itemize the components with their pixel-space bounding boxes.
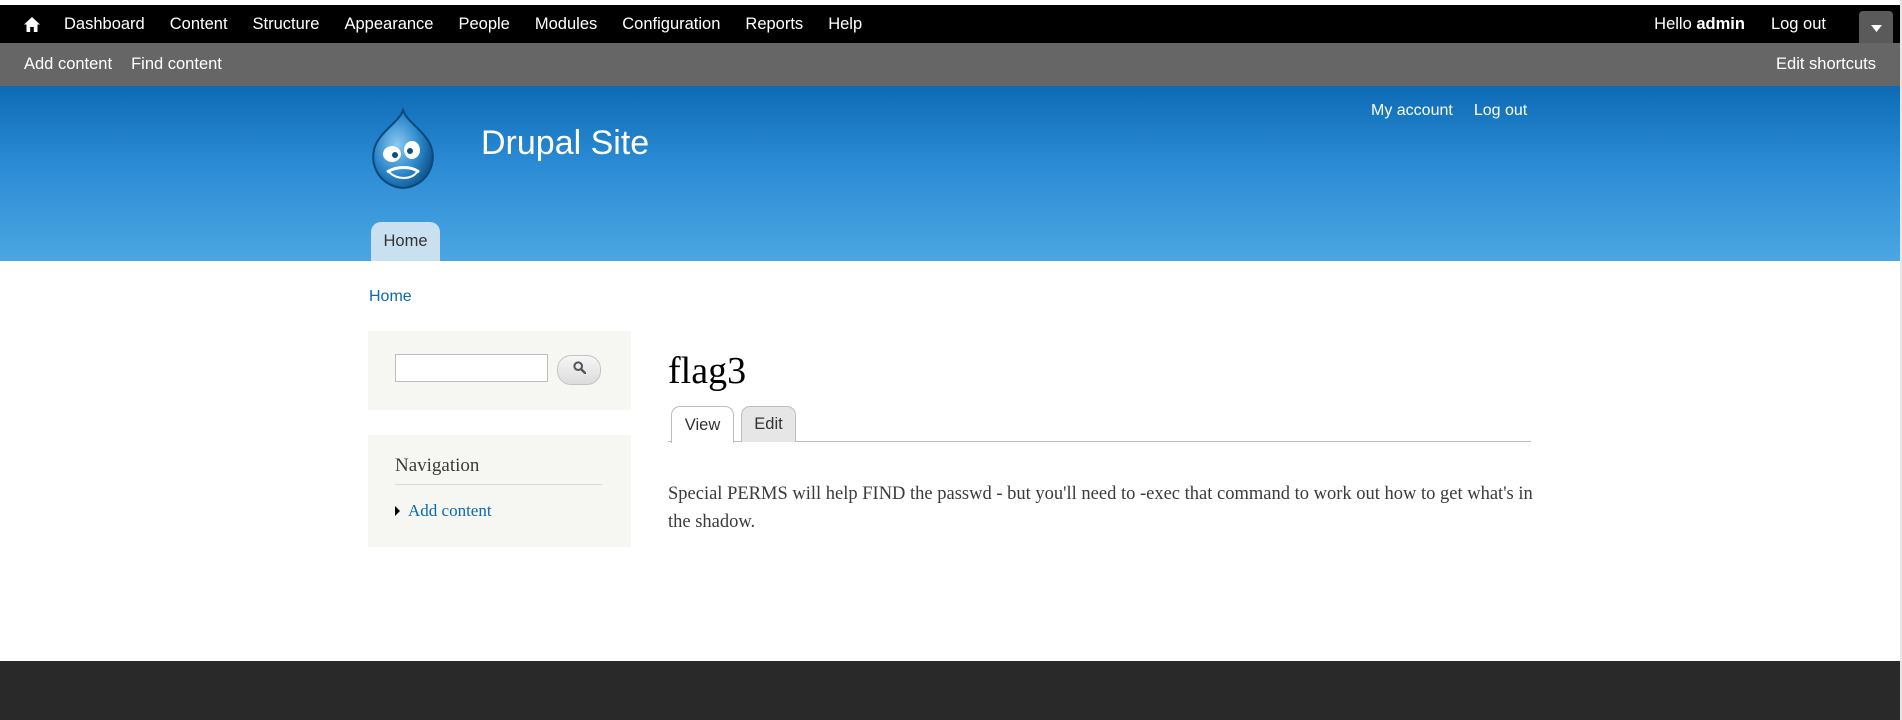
toolbar-user: Hello admin Log out xyxy=(1654,5,1826,43)
navigation-divider xyxy=(395,484,602,485)
shortcut-find-content[interactable]: Find content xyxy=(131,55,222,74)
admin-menu-modules[interactable]: Modules xyxy=(535,15,597,34)
shortcut-links: Add content Find content xyxy=(24,43,241,86)
search-input[interactable] xyxy=(395,354,548,382)
admin-menu: Dashboard Content Structure Appearance P… xyxy=(64,5,887,43)
breadcrumb-home-link[interactable]: Home xyxy=(369,288,412,306)
node-body: Special PERMS will help FIND the passwd … xyxy=(668,484,1533,532)
main-menu-home-tab[interactable]: Home xyxy=(371,222,440,261)
admin-toolbar: Dashboard Content Structure Appearance P… xyxy=(0,5,1902,43)
admin-menu-reports[interactable]: Reports xyxy=(745,15,803,34)
hello-text: Hello admin xyxy=(1654,15,1745,34)
search-block xyxy=(368,331,631,410)
search-icon xyxy=(572,361,586,379)
my-account-link[interactable]: My account xyxy=(1371,102,1453,120)
hello-prefix: Hello xyxy=(1654,14,1697,33)
shortcuts-toggle-button[interactable] xyxy=(1859,11,1893,43)
secondary-menu: My account Log out xyxy=(1371,102,1548,120)
navigation-item: Add content xyxy=(395,501,492,521)
site-header: Drupal Site My account Log out Home xyxy=(0,86,1902,261)
search-button[interactable] xyxy=(557,355,601,385)
admin-menu-people[interactable]: People xyxy=(458,15,509,34)
admin-menu-appearance[interactable]: Appearance xyxy=(344,15,433,34)
tabs-divider xyxy=(668,441,1531,442)
site-footer xyxy=(0,661,1902,720)
navigation-add-content-link[interactable]: Add content xyxy=(408,501,492,521)
chevron-down-icon xyxy=(1870,18,1882,37)
shortcut-add-content[interactable]: Add content xyxy=(24,55,112,74)
shortcuts-bar: Add content Find content Edit shortcuts xyxy=(0,43,1902,86)
page-title: flag3 xyxy=(668,350,747,392)
collapsed-arrow-icon xyxy=(395,506,400,516)
secondary-logout-link[interactable]: Log out xyxy=(1474,102,1527,120)
admin-menu-dashboard[interactable]: Dashboard xyxy=(64,15,145,34)
edit-shortcuts-link[interactable]: Edit shortcuts xyxy=(1776,43,1876,86)
username: admin xyxy=(1696,14,1745,33)
admin-menu-structure[interactable]: Structure xyxy=(253,15,320,34)
site-name[interactable]: Drupal Site xyxy=(481,124,649,163)
home-icon[interactable] xyxy=(20,14,44,34)
admin-menu-help[interactable]: Help xyxy=(828,15,862,34)
page: Dashboard Content Structure Appearance P… xyxy=(0,0,1902,720)
drupal-logo[interactable] xyxy=(367,106,439,190)
tab-edit[interactable]: Edit xyxy=(741,406,796,442)
tab-view[interactable]: View xyxy=(671,406,734,443)
navigation-title: Navigation xyxy=(395,455,480,476)
navigation-block: Navigation Add content xyxy=(368,435,631,547)
admin-menu-content[interactable]: Content xyxy=(170,15,228,34)
admin-menu-configuration[interactable]: Configuration xyxy=(622,15,720,34)
toolbar-logout-link[interactable]: Log out xyxy=(1771,15,1826,34)
